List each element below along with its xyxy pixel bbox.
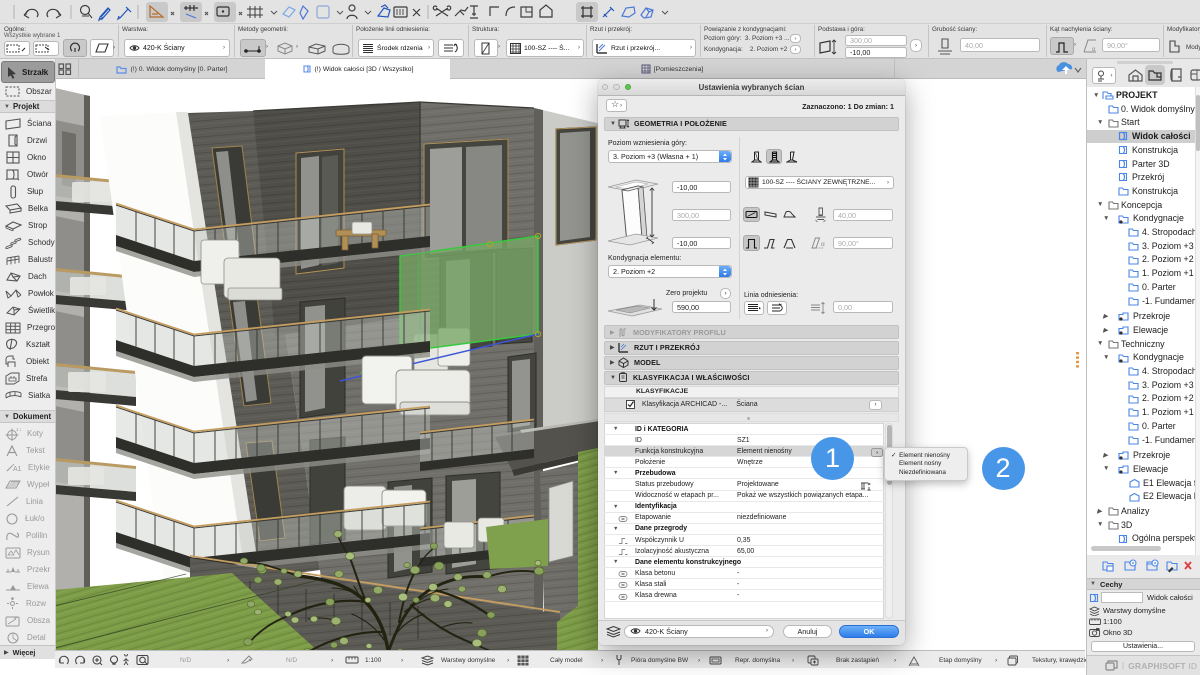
svg-text:1 2: 1 2 [16, 427, 21, 432]
svg-text:α: α [1092, 47, 1096, 53]
svg-text:A1: A1 [13, 466, 22, 473]
svg-text:α: α [821, 241, 825, 248]
